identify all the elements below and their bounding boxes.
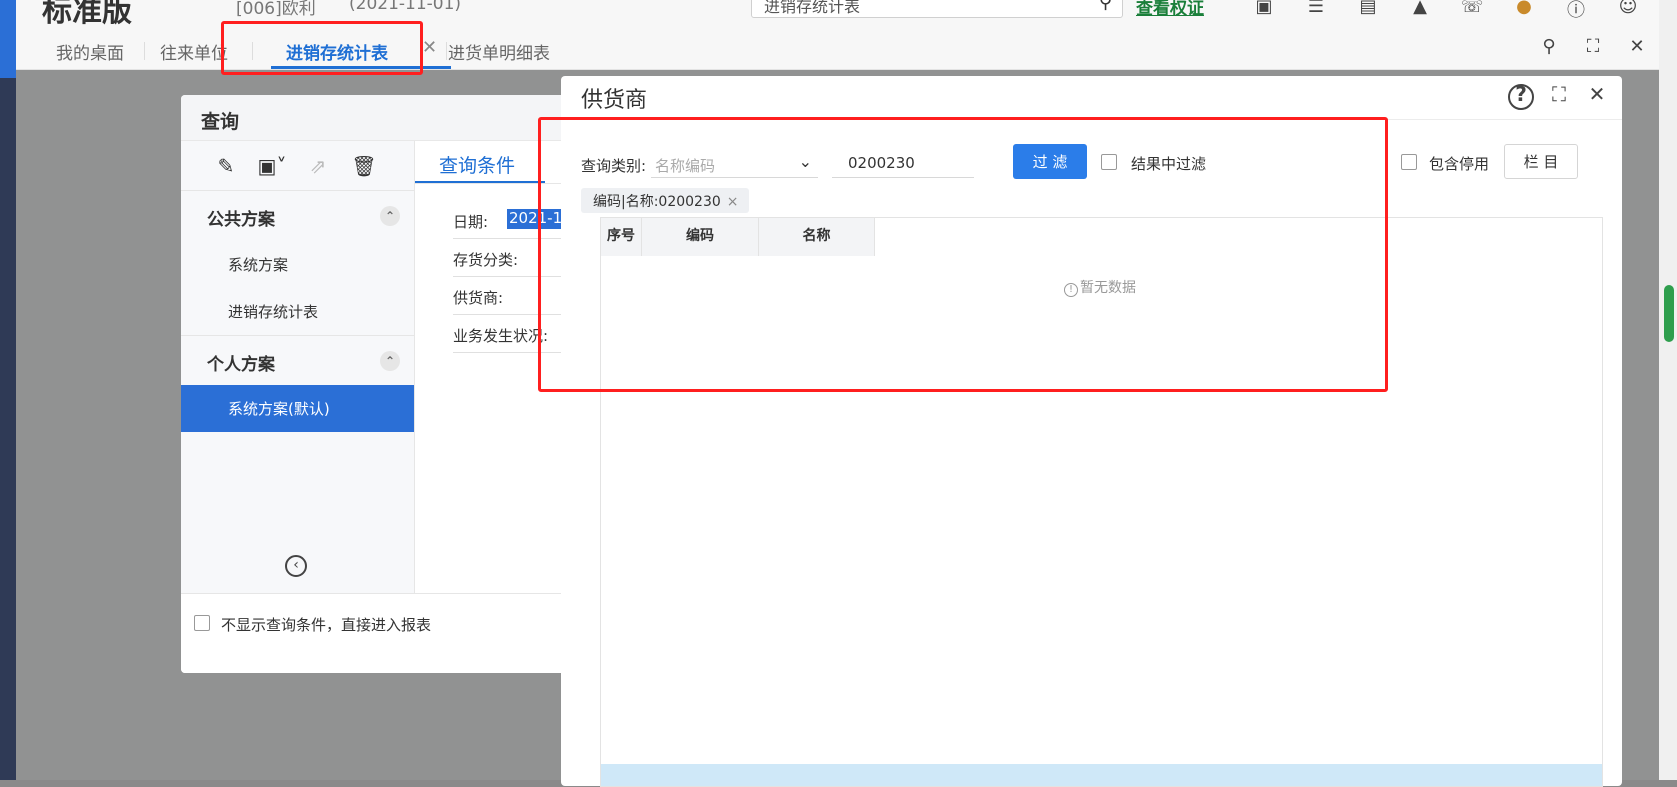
export-icon[interactable]: ⇗ — [295, 154, 341, 178]
tab-divider — [144, 42, 145, 60]
list-icon[interactable]: ☰ — [1290, 0, 1342, 22]
save-dropdown-icon[interactable]: ▣˅ — [249, 154, 295, 178]
chevron-up-icon[interactable]: ⌃ — [380, 351, 400, 371]
scheme-sidebar: ✎ ▣˅ ⇗ 🗑 公共方案 ⌃ 系统方案 进销存统计表 个人方案 ⌃ 系统方案(… — [181, 141, 415, 593]
save-icon[interactable]: ▣ — [1238, 0, 1290, 22]
dialog-controls: ? ⛶ ✕ — [1508, 82, 1610, 110]
left-nav-active — [0, 0, 16, 78]
tab-divider — [446, 42, 447, 60]
group-personal-schemes[interactable]: 个人方案 ⌃ — [181, 335, 414, 385]
login-date: (2021-11-01) — [349, 0, 462, 14]
global-search-box[interactable]: 进销存统计表 ⚲ — [751, 0, 1123, 18]
company-name: [006]欧利 — [236, 0, 316, 19]
maximize-icon[interactable]: ⛶ — [1546, 82, 1572, 108]
annotation-box-filter — [538, 117, 1388, 392]
header-link[interactable]: 查看权证 — [1136, 0, 1204, 19]
bell-icon[interactable]: ▲ — [1394, 0, 1446, 22]
group-title: 公共方案 — [207, 210, 275, 230]
help-icon[interactable]: ? — [1508, 82, 1534, 110]
info-icon[interactable]: ⓘ — [1550, 0, 1602, 22]
app-window: 标准版 [006]欧利 (2021-11-01) 进销存统计表 ⚲ 查看权证 ▣… — [0, 0, 1677, 787]
book-icon[interactable]: ▤ — [1342, 0, 1394, 22]
include-disabled-checkbox[interactable] — [1401, 154, 1417, 170]
skip-query-label: 不显示查询条件，直接进入报表 — [221, 616, 432, 634]
tab-partners[interactable]: 往来单位 — [160, 39, 228, 64]
grid-footer-bar — [601, 764, 1602, 786]
global-search-value: 进销存统计表 — [764, 0, 861, 16]
edit-icon[interactable]: ✎ — [203, 154, 249, 178]
active-tab-indicator — [415, 181, 545, 183]
search-icon[interactable]: ⚲ — [1099, 0, 1112, 13]
annotation-box-tab — [221, 21, 423, 75]
left-nav-strip — [0, 0, 16, 780]
scheme-item-inventory-stats[interactable]: 进销存统计表 — [181, 288, 414, 335]
scheme-item-system[interactable]: 系统方案 — [181, 241, 414, 288]
skip-query-checkbox[interactable] — [194, 615, 210, 631]
tab-purchase-detail[interactable]: 进货单明细表 — [448, 39, 550, 64]
close-icon[interactable]: ✕ — [1584, 82, 1610, 108]
query-footer: 不显示查询条件，直接进入报表 — [181, 593, 611, 673]
tabs-right-tools: ⚲ ⛶ ✕ — [1527, 36, 1659, 57]
dialog-title: 供货商 — [581, 88, 648, 113]
close-all-icon[interactable]: ✕ — [1615, 36, 1659, 57]
group-title: 个人方案 — [207, 355, 275, 375]
delete-icon[interactable]: 🗑 — [341, 154, 387, 178]
user-icon[interactable]: ☺ — [1602, 0, 1654, 22]
mascot-icon[interactable]: ● — [1498, 0, 1550, 22]
scheme-item-system-default[interactable]: 系统方案(默认) — [181, 385, 414, 432]
tab-close-icon[interactable]: ✕ — [422, 37, 437, 58]
include-disabled-label: 包含停用 — [1429, 155, 1490, 173]
header-icon-group: ▣ ☰ ▤ ▲ ☏ ● ⓘ ☺ — [1238, 0, 1654, 22]
product-logo-text: 标准版 — [42, 0, 132, 28]
chevron-up-icon[interactable]: ⌃ — [380, 206, 400, 226]
tab-query-conditions[interactable]: 查询条件 — [439, 151, 515, 178]
phone-icon[interactable]: ☏ — [1446, 0, 1498, 22]
columns-button[interactable]: 栏 目 — [1504, 144, 1578, 179]
collapse-left-icon[interactable]: ‹ — [285, 555, 307, 577]
scrollbar-thumb[interactable] — [1664, 285, 1674, 342]
group-public-schemes[interactable]: 公共方案 ⌃ — [181, 191, 414, 241]
scheme-toolbar: ✎ ▣˅ ⇗ 🗑 — [181, 141, 414, 191]
page-scrollbar[interactable] — [1659, 0, 1677, 780]
fullscreen-icon[interactable]: ⛶ — [1571, 36, 1615, 57]
tab-desktop[interactable]: 我的桌面 — [56, 39, 124, 64]
search-icon[interactable]: ⚲ — [1527, 36, 1571, 57]
